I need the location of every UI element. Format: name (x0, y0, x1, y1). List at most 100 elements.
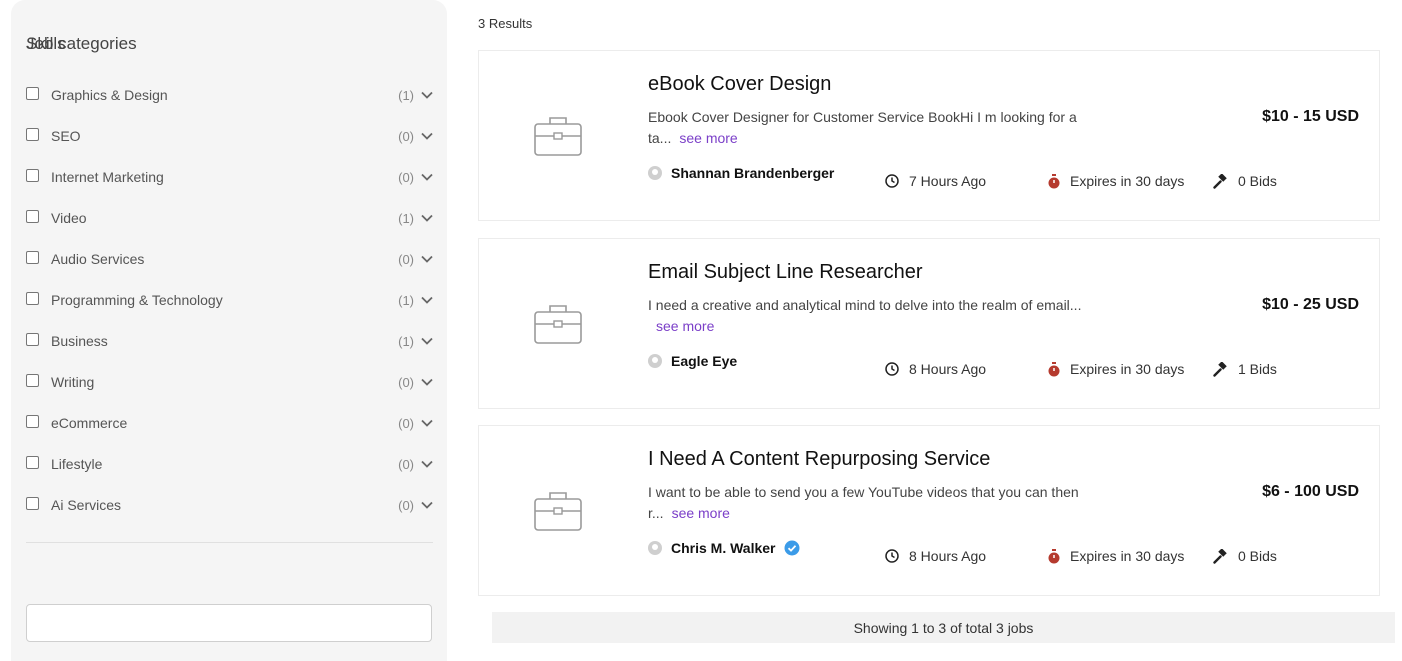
category-item-video[interactable]: Video (1) (26, 208, 434, 228)
category-label: Graphics & Design (51, 87, 168, 103)
category-checkbox[interactable] (26, 250, 39, 264)
chevron-down-icon[interactable] (420, 293, 434, 307)
job-title[interactable]: I Need A Content Repurposing Service (648, 448, 990, 471)
job-card[interactable]: Email Subject Line Researcher I need a c… (478, 238, 1380, 409)
chevron-down-icon[interactable] (420, 498, 434, 512)
category-checkbox[interactable] (26, 332, 39, 346)
bids-text: 1 Bids (1238, 361, 1277, 377)
chevron-down-icon[interactable] (420, 334, 434, 348)
briefcase-icon (534, 117, 582, 156)
category-item-internet-marketing[interactable]: Internet Marketing (0) (26, 167, 434, 187)
category-checkbox[interactable] (26, 86, 39, 100)
category-item-business[interactable]: Business (1) (26, 331, 434, 351)
category-label: SEO (51, 128, 81, 144)
category-checkbox[interactable] (26, 291, 39, 305)
job-price: $10 - 25 USD (1262, 296, 1359, 313)
author-name: Chris M. Walker (671, 540, 776, 556)
category-item-writing[interactable]: Writing (0) (26, 372, 434, 392)
job-author[interactable]: Eagle Eye (648, 353, 737, 369)
job-author[interactable]: Chris M. Walker (648, 540, 800, 556)
chevron-down-icon[interactable] (420, 416, 434, 430)
chevron-down-icon[interactable] (420, 170, 434, 184)
category-item-graphics-design[interactable]: Graphics & Design (1) (26, 85, 434, 105)
category-label: Business (51, 333, 108, 349)
chevron-down-icon[interactable] (420, 457, 434, 471)
expiry: Expires in 30 days (1048, 173, 1184, 189)
bids: 0 Bids (1213, 548, 1277, 564)
category-label: Ai Services (51, 497, 122, 513)
job-description-line1: I need a creative and analytical mind to… (648, 297, 1082, 313)
expiry: Expires in 30 days (1048, 361, 1184, 377)
posted-time: 8 Hours Ago (885, 361, 986, 377)
expiry: Expires in 30 days (1048, 548, 1184, 564)
avatar (648, 541, 662, 555)
category-item-ai-services[interactable]: Ai Services (0) (26, 495, 434, 515)
briefcase-icon (534, 305, 582, 344)
job-title[interactable]: eBook Cover Design (648, 73, 831, 96)
category-count: (0) (398, 169, 414, 185)
posted-time-text: 8 Hours Ago (909, 361, 987, 377)
skills-input[interactable] (26, 604, 432, 642)
see-more-link[interactable]: see more (656, 318, 714, 334)
bids-text: 0 Bids (1238, 173, 1277, 189)
category-item-audio-services[interactable]: Audio Services (0) (26, 249, 434, 269)
avatar (648, 166, 662, 180)
category-item-seo[interactable]: SEO (0) (26, 126, 434, 146)
posted-time: 8 Hours Ago (885, 548, 986, 564)
chevron-down-icon[interactable] (420, 129, 434, 143)
clock-icon (885, 362, 899, 376)
category-label: Audio Services (51, 251, 145, 267)
bids: 0 Bids (1213, 173, 1277, 189)
category-item-ecommerce[interactable]: eCommerce (0) (26, 413, 434, 433)
bids-text: 0 Bids (1238, 548, 1277, 564)
job-description-line2: r... (648, 505, 664, 521)
job-card[interactable]: I Need A Content Repurposing Service I w… (478, 425, 1380, 596)
expiry-text: Expires in 30 days (1070, 173, 1185, 189)
job-title[interactable]: Email Subject Line Researcher (648, 261, 923, 284)
category-label: eCommerce (51, 415, 128, 431)
author-name: Eagle Eye (671, 353, 738, 369)
category-item-lifestyle[interactable]: Lifestyle (0) (26, 454, 434, 474)
category-count: (1) (398, 87, 414, 103)
category-item-programming-technology[interactable]: Programming & Technology (1) (26, 290, 434, 310)
job-description: I want to be able to send you a few YouT… (648, 482, 1118, 524)
briefcase-icon (534, 492, 582, 531)
posted-time-text: 7 Hours Ago (909, 173, 987, 189)
see-more-link[interactable]: see more (679, 130, 737, 146)
job-author[interactable]: Shannan Brandenberger (648, 165, 834, 181)
gavel-icon (1213, 548, 1227, 564)
category-count: (0) (398, 497, 414, 513)
job-card[interactable]: eBook Cover Design Ebook Cover Designer … (478, 50, 1380, 221)
chevron-down-icon[interactable] (420, 88, 434, 102)
avatar (648, 354, 662, 368)
gavel-icon (1213, 361, 1227, 377)
job-price: $10 - 15 USD (1262, 108, 1359, 125)
job-description-line1: Ebook Cover Designer for Customer Servic… (648, 109, 1077, 125)
pagination-summary: Showing 1 to 3 of total 3 jobs (492, 612, 1395, 643)
chevron-down-icon[interactable] (420, 211, 434, 225)
author-name: Shannan Brandenberger (671, 165, 835, 181)
chevron-down-icon[interactable] (420, 375, 434, 389)
job-meta: Eagle Eye 8 Hours Ago Expires in 30 days… (648, 353, 1368, 377)
bids: 1 Bids (1213, 361, 1277, 377)
category-count: (0) (398, 456, 414, 472)
job-price: $6 - 100 USD (1262, 483, 1359, 500)
category-checkbox[interactable] (26, 168, 39, 182)
see-more-link[interactable]: see more (672, 505, 730, 521)
category-count: (1) (398, 292, 414, 308)
category-checkbox[interactable] (26, 496, 39, 510)
clock-icon (885, 174, 899, 188)
category-label: Video (51, 210, 87, 226)
stopwatch-icon (1048, 548, 1060, 563)
category-label: Programming & Technology (51, 292, 223, 308)
category-checkbox[interactable] (26, 209, 39, 223)
expiry-text: Expires in 30 days (1070, 548, 1185, 564)
job-description-line1: I want to be able to send you a few YouT… (648, 484, 1079, 500)
category-checkbox[interactable] (26, 455, 39, 469)
category-checkbox[interactable] (26, 127, 39, 141)
chevron-down-icon[interactable] (420, 252, 434, 266)
clock-icon (885, 549, 899, 563)
category-count: (0) (398, 415, 414, 431)
category-checkbox[interactable] (26, 373, 39, 387)
category-checkbox[interactable] (26, 414, 39, 428)
